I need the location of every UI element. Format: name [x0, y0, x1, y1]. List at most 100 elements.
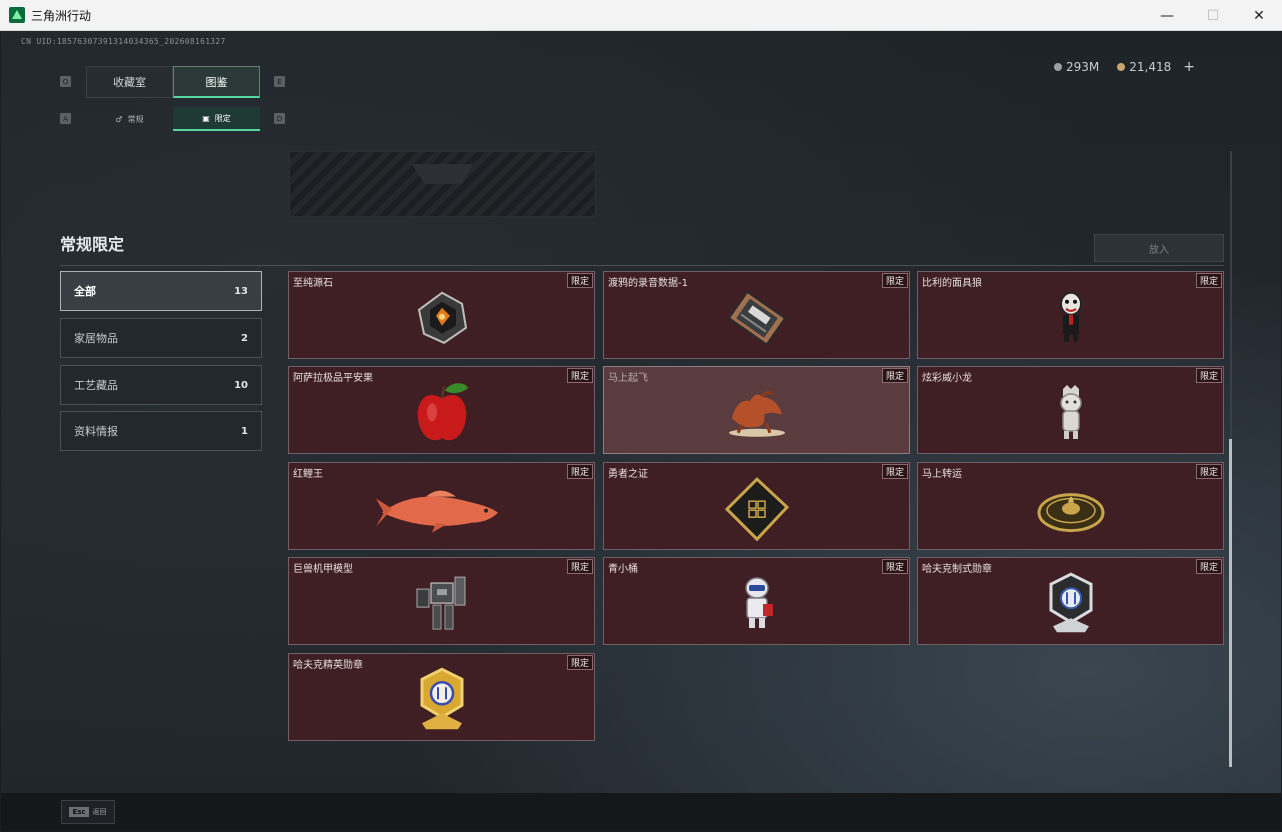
category-crafts[interactable]: 工艺藏品 10	[60, 365, 262, 405]
collection-item-take-off-horse[interactable]: 马上起飞 限定	[603, 366, 910, 454]
tab-limited-label: 限定	[214, 113, 231, 123]
scrollbar-thumb[interactable]	[1229, 439, 1232, 767]
collection-item-brave-proof[interactable]: 勇者之证 限定	[603, 462, 910, 550]
collection-item-haavk-standard-medal[interactable]: 哈夫克制式勋章 限定	[917, 557, 1224, 645]
category-count: 10	[234, 379, 248, 391]
gold-currency: 21,418 +	[1117, 59, 1195, 75]
item-name: 巨兽机甲模型	[293, 564, 353, 575]
section-title: 常规限定	[60, 235, 125, 254]
category-label: 工艺藏品	[74, 379, 118, 392]
robot-figure-icon	[744, 577, 773, 628]
apple-icon	[417, 383, 468, 441]
category-household[interactable]: 家居物品 2	[60, 318, 262, 358]
back-label: 返回	[92, 808, 107, 816]
regular-tab-icon: ♂	[115, 114, 123, 124]
limited-badge: 限定	[881, 273, 908, 288]
window-title: 三角洲行动	[31, 8, 92, 23]
user-uid: CN UID:18576307391314034365_202608161327	[21, 37, 226, 46]
item-name: 勇者之证	[608, 469, 648, 480]
collection-item-colorful-dragon[interactable]: 炫彩威小龙 限定	[917, 366, 1224, 454]
collection-item-good-fortune[interactable]: 马上转运 限定	[917, 462, 1224, 550]
collection-item-red-carp-king[interactable]: 红鲤王 限定	[288, 462, 595, 550]
silver-coin-icon	[1054, 63, 1062, 71]
mech-icon	[416, 576, 465, 630]
category-count: 2	[241, 332, 248, 344]
collection-item-raven-recording[interactable]: 渡鸦的录音数据-1 限定	[603, 271, 910, 359]
close-button[interactable]: ✕	[1236, 0, 1282, 31]
limited-badge: 限定	[566, 464, 593, 479]
silver-medal-icon	[1049, 572, 1092, 633]
category-label: 家居物品	[74, 332, 118, 345]
limited-tab-icon: ▣	[202, 113, 210, 123]
category-label: 资料情报	[74, 425, 118, 438]
currency-bar: 293M 21,418 +	[1054, 59, 1195, 75]
gold-coin-icon	[1117, 63, 1126, 71]
limited-badge: 限定	[566, 655, 593, 670]
silver-currency: 293M	[1054, 59, 1099, 75]
window-controls: — ☐ ✕	[1144, 0, 1282, 31]
place-button[interactable]: 放入	[1094, 234, 1224, 262]
title-bar: 三角洲行动 — ☐ ✕	[0, 0, 1282, 31]
category-count: 1	[241, 425, 248, 437]
puppet-icon	[1059, 291, 1082, 342]
category-all[interactable]: 全部 13	[60, 271, 262, 311]
tab-regular-label: 常规	[127, 114, 144, 124]
data-card-icon	[727, 290, 786, 346]
banner-emblem-icon	[412, 164, 474, 184]
horse-icon	[728, 390, 785, 437]
limited-badge: 限定	[566, 368, 593, 383]
limited-badge: 限定	[881, 368, 908, 383]
key-hint-e: E	[274, 76, 285, 87]
item-name: 渡鸦的录音数据-1	[608, 278, 688, 289]
item-name: 马上起飞	[608, 373, 648, 384]
esc-key-hint: Esc	[69, 807, 89, 817]
item-name: 青小桶	[608, 564, 638, 575]
limited-badge: 限定	[1195, 464, 1222, 479]
compass-icon	[1037, 493, 1104, 533]
key-hint-q: Q	[60, 76, 71, 87]
gold-medal-icon	[420, 667, 463, 730]
collection-item-beast-mech-model[interactable]: 巨兽机甲模型 限定	[288, 557, 595, 645]
collection-item-little-bucket[interactable]: 青小桶 限定	[603, 557, 910, 645]
card-icon	[724, 477, 789, 542]
limited-badge: 限定	[881, 464, 908, 479]
silver-amount: 293M	[1066, 60, 1100, 74]
limited-badge: 限定	[1195, 273, 1222, 288]
limited-badge: 限定	[566, 273, 593, 288]
tab-catalog[interactable]: 图鉴	[173, 66, 260, 98]
key-hint-d: D	[274, 113, 285, 124]
limited-badge: 限定	[1195, 368, 1222, 383]
footer-bar: Esc 返回	[1, 793, 1281, 831]
limited-badge: 限定	[566, 559, 593, 574]
back-button[interactable]: Esc 返回	[61, 800, 115, 824]
carp-icon	[375, 490, 498, 533]
tab-regular[interactable]: ♂ 常规	[86, 107, 173, 131]
section-divider	[60, 265, 1224, 266]
display-banner	[289, 151, 596, 217]
item-name: 比利的面具狼	[922, 278, 982, 289]
add-currency-button[interactable]: +	[1183, 59, 1195, 75]
item-name: 马上转运	[922, 469, 962, 480]
tab-limited[interactable]: ▣ 限定	[173, 107, 260, 131]
item-name: 炫彩威小龙	[922, 373, 972, 384]
category-label: 全部	[74, 285, 96, 298]
collection-item-billy-mask-wolf[interactable]: 比利的面具狼 限定	[917, 271, 1224, 359]
item-name: 哈夫克精英勋章	[293, 660, 363, 671]
limited-badge: 限定	[1195, 559, 1222, 574]
maximize-button[interactable]: ☐	[1190, 0, 1236, 31]
item-name: 哈夫克制式勋章	[922, 564, 992, 575]
dragon-figure-icon	[1059, 385, 1082, 439]
collection-item-haavk-elite-medal[interactable]: 哈夫克精英勋章 限定	[288, 653, 595, 741]
collection-item-pure-source-stone[interactable]: 至纯源石 限定	[288, 271, 595, 359]
limited-badge: 限定	[881, 559, 908, 574]
tab-collection-room[interactable]: 收藏室	[86, 66, 173, 98]
game-screen: CN UID:18576307391314034365_202608161327…	[1, 31, 1281, 831]
gem-icon	[417, 291, 467, 344]
category-intel[interactable]: 资料情报 1	[60, 411, 262, 451]
collection-item-asala-apple[interactable]: 阿萨拉极品平安果 限定	[288, 366, 595, 454]
item-name: 红鲤王	[293, 469, 323, 480]
category-count: 13	[234, 285, 248, 297]
app-logo-icon	[9, 7, 25, 23]
minimize-button[interactable]: —	[1144, 0, 1190, 31]
key-hint-a: A	[60, 113, 71, 124]
